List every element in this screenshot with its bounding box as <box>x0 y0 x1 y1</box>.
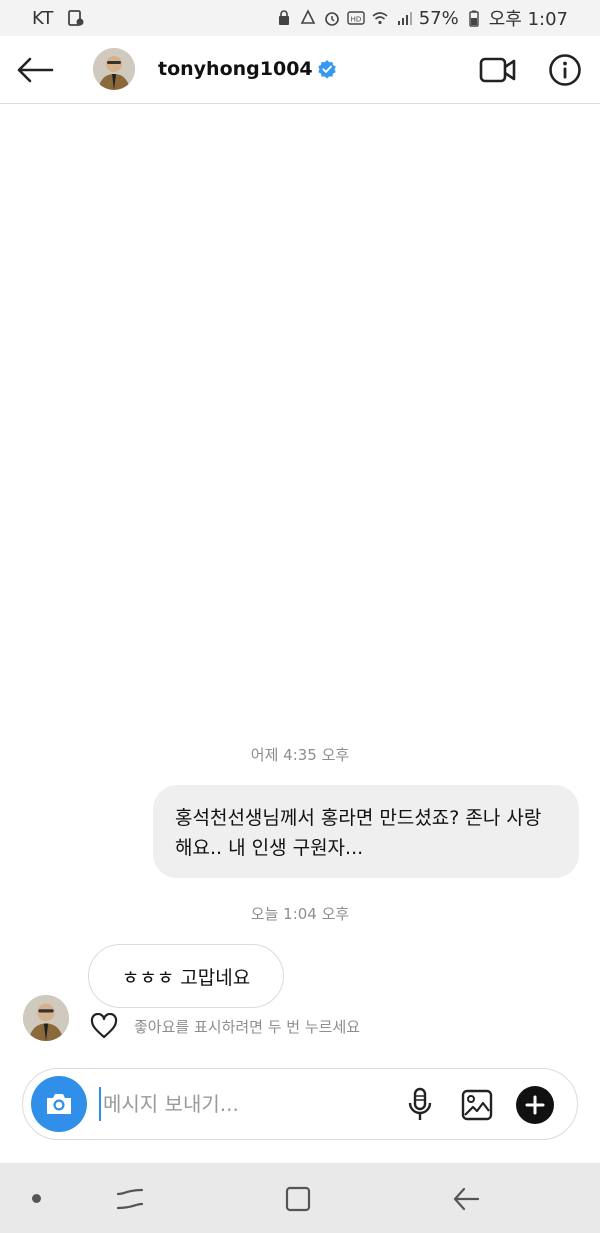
heart-icon <box>90 1013 118 1039</box>
like-button[interactable] <box>90 1012 118 1040</box>
message-timestamp: 어제 4:35 오후 <box>250 746 350 764</box>
info-button[interactable] <box>547 52 583 88</box>
message-timestamp: 오늘 1:04 오후 <box>250 905 350 923</box>
message-composer <box>22 1068 578 1140</box>
system-navigation-bar <box>0 1163 600 1233</box>
camera-button[interactable] <box>31 1076 87 1132</box>
gallery-button[interactable] <box>459 1087 495 1123</box>
back-button[interactable] <box>14 50 56 90</box>
gallery-icon <box>461 1089 493 1121</box>
carrier-label: KT <box>32 7 54 29</box>
video-call-icon <box>479 57 516 83</box>
username-area[interactable]: tonyhong1004 <box>158 58 337 80</box>
profile-avatar[interactable] <box>93 48 135 90</box>
clock: 오후 1:07 <box>488 9 568 30</box>
svg-text:HD: HD <box>350 16 361 24</box>
back-arrow-icon <box>17 57 54 83</box>
incoming-message-bubble[interactable]: ㅎㅎㅎ 고맙네요 <box>88 944 284 1008</box>
signal-icon <box>395 9 413 27</box>
recycle-icon <box>299 9 317 27</box>
microphone-icon <box>408 1087 432 1120</box>
status-right: HD 57% 오후 1:07 <box>275 5 568 31</box>
like-hint-text: 좋아요를 표시하려면 두 번 누르세요 <box>134 1018 361 1036</box>
sender-avatar[interactable] <box>23 995 69 1041</box>
username: tonyhong1004 <box>158 58 313 80</box>
camera-icon <box>47 1094 71 1114</box>
screenshot-notification-icon <box>67 9 85 27</box>
video-call-button[interactable] <box>478 52 518 88</box>
plus-icon <box>525 1095 545 1115</box>
message-input[interactable] <box>99 1087 389 1121</box>
status-bar: KT HD 57% 오후 1:07 <box>0 0 600 36</box>
wifi-icon <box>371 9 389 27</box>
nav-back-icon[interactable] <box>452 1185 480 1213</box>
chat-header: tonyhong1004 <box>0 36 600 104</box>
recent-apps-icon[interactable] <box>115 1185 145 1213</box>
hd-icon: HD <box>347 9 365 27</box>
nav-dot-indicator[interactable] <box>32 1194 41 1203</box>
status-left: KT <box>32 8 85 29</box>
outgoing-message-bubble[interactable]: 홍석천선생님께서 홍라면 만드셨죠? 존나 사랑해요.. 내 인생 구원자... <box>153 785 579 878</box>
verified-badge-icon <box>317 60 336 79</box>
battery-icon <box>465 9 483 27</box>
voice-message-button[interactable] <box>405 1086 435 1124</box>
home-icon[interactable] <box>284 1185 312 1213</box>
info-icon <box>549 54 581 86</box>
alarm-icon <box>323 9 341 27</box>
lock-icon <box>275 9 293 27</box>
more-options-button[interactable] <box>516 1086 554 1124</box>
battery-percent: 57% <box>418 7 459 29</box>
